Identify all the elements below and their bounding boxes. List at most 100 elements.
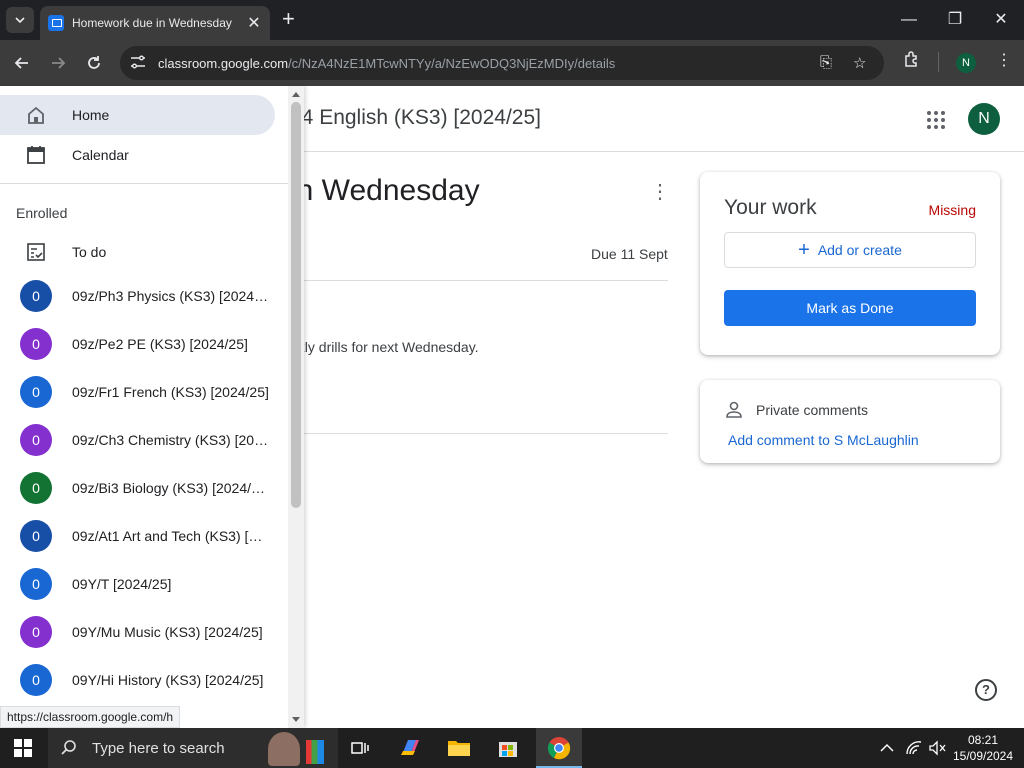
close-window-button[interactable]: ✕ <box>978 6 1024 34</box>
google-apps-icon[interactable] <box>927 111 945 129</box>
class-name: 09z/Fr1 French (KS3) [2024/25] <box>72 384 269 400</box>
person-icon <box>726 401 742 418</box>
class-avatar: 0 <box>20 520 52 552</box>
class-list-item[interactable]: 0 09z/Ph3 Physics (KS3) [2024/25] <box>0 272 288 320</box>
class-name: 09z/Ph3 Physics (KS3) [2024/25] <box>72 288 270 304</box>
drawer-section-title: Enrolled <box>16 205 68 221</box>
drawer-item-label: Calendar <box>72 147 129 163</box>
restore-button[interactable]: ❐ <box>932 6 978 34</box>
windows-start-icon[interactable] <box>14 739 32 757</box>
class-avatar: 0 <box>20 280 52 312</box>
taskbar-search-box[interactable]: Type here to search <box>48 728 338 768</box>
scroll-down-arrow-icon[interactable] <box>292 717 300 722</box>
class-list-item[interactable]: 0 09Y/Mu Music (KS3) [2024/25] <box>0 608 288 656</box>
mark-as-done-button[interactable]: Mark as Done <box>724 290 976 326</box>
due-date: Due 11 Sept <box>591 246 668 262</box>
assignment-description: ekly drills for next Wednesday. <box>290 339 479 355</box>
network-icon[interactable] <box>905 740 923 759</box>
url-path: /c/NzA4NzE1MTcwNTYy/a/NzEwODQ3NjEzMDIy/d… <box>288 55 616 71</box>
class-title[interactable]: n4 English (KS3) [2024/25] <box>290 106 541 130</box>
browser-tab[interactable]: Homework due in Wednesday ✕ <box>40 6 270 40</box>
back-arrow-icon <box>14 57 28 69</box>
private-comments-header: Private comments <box>724 400 868 420</box>
help-icon[interactable]: ? <box>975 679 997 701</box>
site-info-icon[interactable] <box>130 55 152 72</box>
search-icon <box>61 740 76 755</box>
minimize-button[interactable]: — <box>886 6 932 34</box>
address-bar[interactable]: classroom.google.com/c/NzA4NzE1MTcwNTYy/… <box>120 46 884 80</box>
class-name: 09Y/T [2024/25] <box>72 576 172 592</box>
browser-toolbar: classroom.google.com/c/NzA4NzE1MTcwNTYy/… <box>0 40 1024 86</box>
search-placeholder: Type here to search <box>92 739 225 757</box>
show-hidden-icons-icon[interactable] <box>880 740 894 756</box>
your-work-card: Your work Missing + Add or create Mark a… <box>700 172 1000 355</box>
browser-tabstrip: Homework due in Wednesday ✕ + — ❐ ✕ <box>0 0 1024 40</box>
forward-arrow-icon <box>52 57 66 69</box>
account-avatar[interactable]: N <box>968 103 1000 135</box>
add-or-create-button[interactable]: + Add or create <box>724 232 976 268</box>
private-comments-card: Private comments Add comment to S McLaug… <box>700 380 1000 463</box>
class-name: 09Y/Hi History (KS3) [2024/25] <box>72 672 264 688</box>
url-text: classroom.google.com/c/NzA4NzE1MTcwNTYy/… <box>158 56 615 71</box>
class-name: 09Y/Mu Music (KS3) [2024/25] <box>72 624 263 640</box>
more-options-icon[interactable]: ⋮ <box>650 182 670 202</box>
url-host: classroom.google.com <box>158 55 289 71</box>
clock-date: 15/09/2024 <box>952 749 1014 763</box>
back-button[interactable] <box>9 50 35 76</box>
search-highlight-image-icon <box>268 732 300 766</box>
task-view-icon[interactable] <box>346 734 374 762</box>
tab-title: Homework due in Wednesday <box>72 16 232 30</box>
class-avatar: 0 <box>20 472 52 504</box>
plus-icon: + <box>798 239 810 261</box>
chrome-taskbar-button[interactable] <box>536 728 582 768</box>
todo-icon <box>24 240 48 264</box>
chevron-down-icon <box>15 17 25 23</box>
system-clock[interactable]: 08:21 15/09/2024 <box>948 732 1018 764</box>
reload-button[interactable] <box>81 50 107 76</box>
scrollbar-thumb[interactable] <box>291 102 301 508</box>
class-name: 09z/Bi3 Biology (KS3) [2024/25] <box>72 480 270 496</box>
class-list-item[interactable]: 0 09z/Ch3 Chemistry (KS3) [2024/25] <box>0 416 288 464</box>
class-avatar: 0 <box>20 376 52 408</box>
close-tab-icon[interactable]: ✕ <box>246 13 262 33</box>
class-avatar: 0 <box>20 328 52 360</box>
browser-profile-avatar[interactable]: N <box>956 53 976 73</box>
copilot-icon[interactable] <box>396 734 424 762</box>
drawer-item-home[interactable]: Home <box>0 95 275 135</box>
drawer-item-todo[interactable]: To do <box>0 232 275 272</box>
class-list-item[interactable]: 0 09z/Bi3 Biology (KS3) [2024/25] <box>0 464 288 512</box>
classroom-favicon-icon <box>48 15 64 31</box>
forward-button[interactable] <box>45 50 71 76</box>
file-explorer-icon[interactable] <box>445 734 473 762</box>
class-avatar: 0 <box>20 424 52 456</box>
add-comment-link[interactable]: Add comment to S McLaughlin <box>728 432 919 448</box>
bookmark-star-icon[interactable]: ☆ <box>853 54 866 72</box>
install-app-icon[interactable]: ⎘ <box>820 54 832 71</box>
microsoft-store-icon[interactable] <box>494 734 522 762</box>
calendar-icon <box>24 143 48 167</box>
drawer-item-label: Home <box>72 107 110 123</box>
tab-search-button[interactable] <box>6 7 34 33</box>
chrome-menu-icon[interactable]: ⋮ <box>996 50 1012 70</box>
your-work-title: Your work <box>724 196 817 219</box>
class-name: 09z/At1 Art and Tech (KS3) [2024/25] <box>72 528 270 544</box>
extensions-icon[interactable] <box>903 50 921 73</box>
class-list-item[interactable]: 0 09Y/Hi History (KS3) [2024/25] <box>0 656 288 704</box>
class-list-item[interactable]: 0 09z/Fr1 French (KS3) [2024/25] <box>0 368 288 416</box>
home-icon <box>24 103 48 127</box>
add-or-create-label: Add or create <box>817 242 902 258</box>
private-comments-title: Private comments <box>756 402 869 418</box>
class-list-item[interactable]: 0 09z/Pe2 PE (KS3) [2024/25] <box>0 320 288 368</box>
drawer-item-calendar[interactable]: Calendar <box>0 135 275 175</box>
class-list-item[interactable]: 0 09z/At1 Art and Tech (KS3) [2024/25] <box>0 512 288 560</box>
chrome-icon <box>547 737 571 760</box>
status-bar-url: https://classroom.google.com/h <box>0 706 181 728</box>
new-tab-button[interactable]: + <box>282 8 295 30</box>
class-list-item[interactable]: 0 09Y/T [2024/25] <box>0 560 288 608</box>
drawer-scrollbar[interactable] <box>288 86 304 728</box>
scroll-up-arrow-icon[interactable] <box>292 92 300 97</box>
divider <box>290 433 668 434</box>
navigation-drawer: Home Calendar Enrolled To do 0 09z/Ph3 Ph… <box>0 86 304 728</box>
divider <box>290 280 668 281</box>
volume-muted-icon[interactable] <box>928 740 946 759</box>
